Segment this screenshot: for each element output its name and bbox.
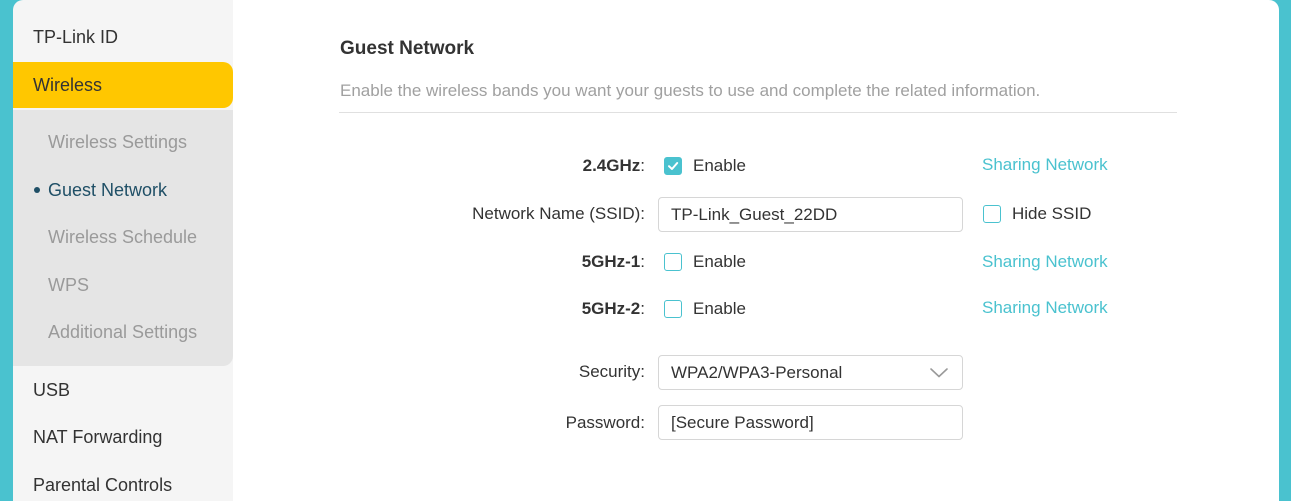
band-24ghz-colon: : xyxy=(640,156,645,175)
band-5ghz2-checkbox[interactable] xyxy=(664,300,682,318)
active-bullet-icon xyxy=(34,187,40,193)
ssid-label: Network Name (SSID): xyxy=(472,204,645,223)
submenu-item-wireless-settings[interactable]: Wireless Settings xyxy=(13,119,233,165)
sidebar-item-parental-controls[interactable]: Parental Controls xyxy=(13,462,233,501)
band-5ghz2-colon: : xyxy=(640,299,645,318)
checkmark-icon xyxy=(668,162,679,170)
sidebar-item-tplink-id[interactable]: TP-Link ID xyxy=(13,14,233,60)
password-label: Password: xyxy=(565,413,645,432)
sidebar-item-wireless[interactable]: Wireless xyxy=(13,62,233,108)
security-label: Security: xyxy=(578,362,645,381)
band-24ghz-label: 2.4GHz: xyxy=(583,156,645,176)
security-select-value: WPA2/WPA3-Personal xyxy=(671,363,843,382)
submenu-item-label: WPS xyxy=(48,275,90,295)
hide-ssid-checkbox[interactable] xyxy=(983,205,1001,223)
band-5ghz1-enable-label[interactable]: Enable xyxy=(693,252,746,272)
sidebar-item-label: NAT Forwarding xyxy=(33,427,163,447)
sidebar-item-label: Parental Controls xyxy=(33,475,173,495)
submenu-item-wireless-schedule[interactable]: Wireless Schedule xyxy=(13,214,233,260)
password-input[interactable] xyxy=(658,405,963,440)
band-5ghz1-checkbox[interactable] xyxy=(664,253,682,271)
wireless-submenu: Wireless Settings Guest Network Wireless… xyxy=(13,110,233,366)
sharing-network-5ghz1-link[interactable]: Sharing Network xyxy=(982,252,1108,272)
hide-ssid-label[interactable]: Hide SSID xyxy=(1012,204,1091,224)
sidebar-item-label: Wireless xyxy=(33,75,103,95)
submenu-item-label: Wireless Settings xyxy=(48,132,188,152)
sidebar: TP-Link ID Wireless Wireless Settings Gu… xyxy=(13,0,233,501)
submenu-item-additional-settings[interactable]: Additional Settings xyxy=(13,309,233,355)
band-5ghz2-label: 5GHz-2: xyxy=(582,299,645,319)
band-5ghz2-enable-label[interactable]: Enable xyxy=(693,299,746,319)
security-select[interactable]: WPA2/WPA3-Personal xyxy=(658,355,963,390)
ssid-input[interactable] xyxy=(658,197,963,232)
submenu-item-label: Guest Network xyxy=(48,180,168,200)
band-5ghz1-label: 5GHz-1: xyxy=(582,252,645,272)
main-panel: Guest Network Enable the wireless bands … xyxy=(233,0,1279,501)
submenu-item-wps[interactable]: WPS xyxy=(13,262,233,308)
band-24ghz-enable-label[interactable]: Enable xyxy=(693,156,746,176)
divider xyxy=(339,112,1177,113)
sharing-network-5ghz2-link[interactable]: Sharing Network xyxy=(982,298,1108,318)
submenu-item-label: Wireless Schedule xyxy=(48,227,198,247)
sidebar-item-label: USB xyxy=(33,380,71,400)
page-description: Enable the wireless bands you want your … xyxy=(340,81,1041,100)
page-title: Guest Network xyxy=(340,38,475,59)
sidebar-item-nat-forwarding[interactable]: NAT Forwarding xyxy=(13,414,233,460)
band-5ghz2-name: 5GHz-2 xyxy=(581,299,641,318)
submenu-item-guest-network[interactable]: Guest Network xyxy=(13,167,233,213)
band-24ghz-name: 2.4GHz xyxy=(582,156,641,175)
chevron-down-icon xyxy=(930,368,948,378)
sharing-network-24ghz-link[interactable]: Sharing Network xyxy=(982,155,1108,175)
sidebar-item-usb[interactable]: USB xyxy=(13,367,233,413)
band-24ghz-checkbox[interactable] xyxy=(664,157,682,175)
sidebar-item-label: TP-Link ID xyxy=(33,27,119,47)
band-5ghz1-colon: : xyxy=(640,252,645,271)
submenu-item-label: Additional Settings xyxy=(48,322,198,342)
band-5ghz1-name: 5GHz-1 xyxy=(581,252,641,271)
